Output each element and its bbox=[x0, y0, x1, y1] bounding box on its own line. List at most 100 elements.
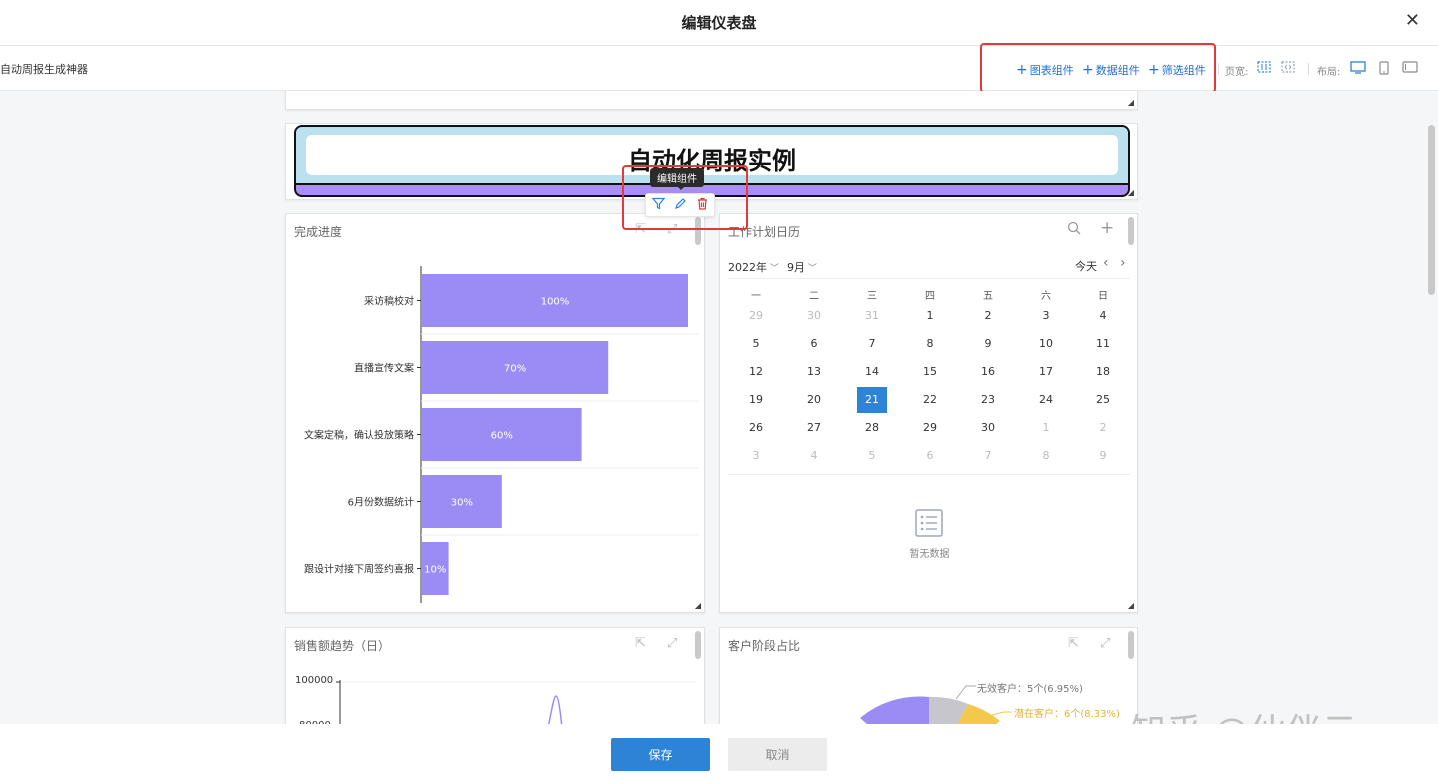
fullscreen-icon[interactable]: ⤢ bbox=[667, 636, 677, 651]
calendar-day[interactable]: 23 bbox=[973, 387, 1003, 413]
calendar-day[interactable]: 6 bbox=[799, 331, 829, 357]
weekday-label: 三 bbox=[867, 291, 877, 302]
weekday-label: 一 bbox=[751, 291, 761, 302]
value-label: 60% bbox=[491, 431, 513, 442]
calendar-day[interactable]: 15 bbox=[915, 359, 945, 385]
value-label: 30% bbox=[451, 498, 473, 509]
calendar-day[interactable]: 25 bbox=[1088, 387, 1118, 413]
calendar-day[interactable]: 22 bbox=[915, 387, 945, 413]
category-label: 采访稿校对 bbox=[364, 295, 414, 308]
chevron-right-icon[interactable]: › bbox=[1120, 255, 1126, 271]
calendar-day[interactable]: 24 bbox=[1031, 387, 1061, 413]
calendar-day[interactable]: 30 bbox=[799, 303, 829, 329]
calendar-day[interactable]: 30 bbox=[973, 415, 1003, 441]
save-button[interactable]: 保存 bbox=[611, 738, 710, 771]
resize-handle-icon[interactable]: ◢ bbox=[695, 601, 701, 610]
modal-title: 编辑仪表盘 bbox=[681, 14, 757, 32]
fixed-width-icon[interactable] bbox=[1257, 61, 1271, 76]
calendar-day[interactable]: 19 bbox=[741, 387, 771, 413]
today-button[interactable]: 今天 bbox=[1075, 258, 1097, 274]
value-label: 70% bbox=[504, 364, 526, 375]
resize-handle-icon[interactable]: ◢ bbox=[1128, 98, 1134, 107]
weekday-label: 六 bbox=[1041, 291, 1051, 302]
calendar-card[interactable]: 工作计划日历 + 2022年 ﹀ 9月 ﹀ 今天 ‹ › 一二三四五六日 29 30… bbox=[719, 213, 1138, 613]
calendar-day[interactable]: 16 bbox=[973, 359, 1003, 385]
calendar-day[interactable]: 20 bbox=[799, 387, 829, 413]
calendar-day[interactable]: 12 bbox=[741, 359, 771, 385]
category-label: 跟设计对接下周签约喜报 bbox=[304, 563, 414, 576]
calendar-day[interactable]: 17 bbox=[1031, 359, 1061, 385]
calendar-day[interactable]: 26 bbox=[741, 415, 771, 441]
calendar-day[interactable]: 6 bbox=[915, 443, 945, 469]
card-title: 销售额趋势（日） bbox=[294, 639, 391, 653]
calendar-day[interactable]: 7 bbox=[973, 443, 1003, 469]
empty-list-icon bbox=[914, 508, 944, 542]
calendar-day[interactable]: 1 bbox=[915, 303, 945, 329]
card-title: 完成进度 bbox=[294, 225, 343, 239]
weekday-label: 二 bbox=[809, 291, 819, 302]
calendar-day[interactable]: 18 bbox=[1088, 359, 1118, 385]
calendar-day[interactable]: 1 bbox=[1031, 415, 1061, 441]
category-label: 直播宣传文案 bbox=[354, 362, 414, 375]
calendar-day[interactable]: 9 bbox=[1088, 443, 1118, 469]
calendar-day[interactable]: 3 bbox=[741, 443, 771, 469]
calendar-day[interactable]: 11 bbox=[1088, 331, 1118, 357]
calendar-day[interactable]: 29 bbox=[741, 303, 771, 329]
calendar-day[interactable]: 27 bbox=[799, 415, 829, 441]
calendar-day[interactable]: 13 bbox=[799, 359, 829, 385]
page-scrollbar[interactable] bbox=[1428, 125, 1435, 295]
mobile-layout-icon[interactable] bbox=[1378, 61, 1390, 78]
add-icon[interactable]: + bbox=[1100, 218, 1114, 238]
layout-label: 布局: bbox=[1317, 67, 1341, 78]
progress-card[interactable]: 完成进度 ⇱ ⤢ 采访稿校对 100% 直播宣传文案 70% 文案定稿，确认投放策略 60… bbox=[285, 213, 705, 613]
search-icon[interactable] bbox=[1067, 221, 1081, 239]
calendar-day[interactable]: 21 bbox=[857, 387, 887, 413]
chevron-down-icon: ﹀ bbox=[767, 264, 779, 274]
year-select[interactable]: 2022年 ﹀ bbox=[728, 259, 779, 275]
calendar-day[interactable]: 7 bbox=[857, 331, 887, 357]
full-width-icon[interactable] bbox=[1281, 61, 1295, 76]
modal-footer: 保存 取消 bbox=[0, 724, 1438, 784]
value-label: 10% bbox=[424, 565, 446, 576]
value-label: 100% bbox=[541, 297, 570, 308]
cancel-button[interactable]: 取消 bbox=[728, 738, 827, 771]
calendar-day[interactable]: 2 bbox=[1088, 415, 1118, 441]
calendar-day[interactable]: 2 bbox=[973, 303, 1003, 329]
chevron-left-icon[interactable]: ‹ bbox=[1103, 255, 1109, 271]
page-width-label: 页宽: bbox=[1225, 67, 1249, 78]
calendar-day[interactable]: 14 bbox=[857, 359, 887, 385]
weekday-label: 五 bbox=[983, 291, 993, 302]
calendar-day[interactable]: 9 bbox=[973, 331, 1003, 357]
tablet-layout-icon[interactable] bbox=[1402, 61, 1418, 76]
calendar-day[interactable]: 28 bbox=[857, 415, 887, 441]
calendar-day[interactable]: 10 bbox=[1031, 331, 1061, 357]
calendar-day[interactable]: 3 bbox=[1031, 303, 1061, 329]
previous-card: ◢ bbox=[285, 91, 1138, 110]
weekday-label: 四 bbox=[925, 291, 935, 302]
open-external-icon[interactable]: ⇱ bbox=[635, 636, 646, 651]
dashboard-name: 自动周报生成神器 bbox=[0, 63, 88, 76]
modal-header: 编辑仪表盘 ✕ bbox=[0, 0, 1438, 46]
highlight-frame-add-components bbox=[980, 43, 1216, 93]
card-scrollbar[interactable] bbox=[695, 631, 701, 659]
month-select[interactable]: 9月 ﹀ bbox=[787, 259, 817, 275]
calendar-day[interactable]: 5 bbox=[857, 443, 887, 469]
category-label: 文案定稿，确认投放策略 bbox=[304, 429, 414, 442]
calendar-day[interactable]: 4 bbox=[1088, 303, 1118, 329]
chevron-down-icon: ﹀ bbox=[805, 264, 817, 274]
close-icon[interactable]: ✕ bbox=[1405, 10, 1420, 31]
sales-line-chart bbox=[336, 680, 696, 728]
calendar-day[interactable]: 29 bbox=[915, 415, 945, 441]
resize-handle-icon[interactable]: ◢ bbox=[1128, 601, 1134, 610]
empty-text: 暂无数据 bbox=[909, 549, 950, 560]
card-scrollbar[interactable] bbox=[1128, 217, 1134, 245]
calendar-day[interactable]: 8 bbox=[915, 331, 945, 357]
calendar-day[interactable]: 31 bbox=[857, 303, 887, 329]
highlight-frame-edit-actions bbox=[622, 165, 748, 230]
calendar-day[interactable]: 4 bbox=[799, 443, 829, 469]
weekday-label: 日 bbox=[1098, 291, 1108, 302]
calendar-day[interactable]: 8 bbox=[1031, 443, 1061, 469]
progress-bar-chart: 采访稿校对 100% 直播宣传文案 70% 文案定稿，确认投放策略 60% 6月份数据统计 3… bbox=[304, 266, 698, 603]
calendar-day[interactable]: 5 bbox=[741, 331, 771, 357]
desktop-layout-icon[interactable] bbox=[1350, 61, 1366, 77]
